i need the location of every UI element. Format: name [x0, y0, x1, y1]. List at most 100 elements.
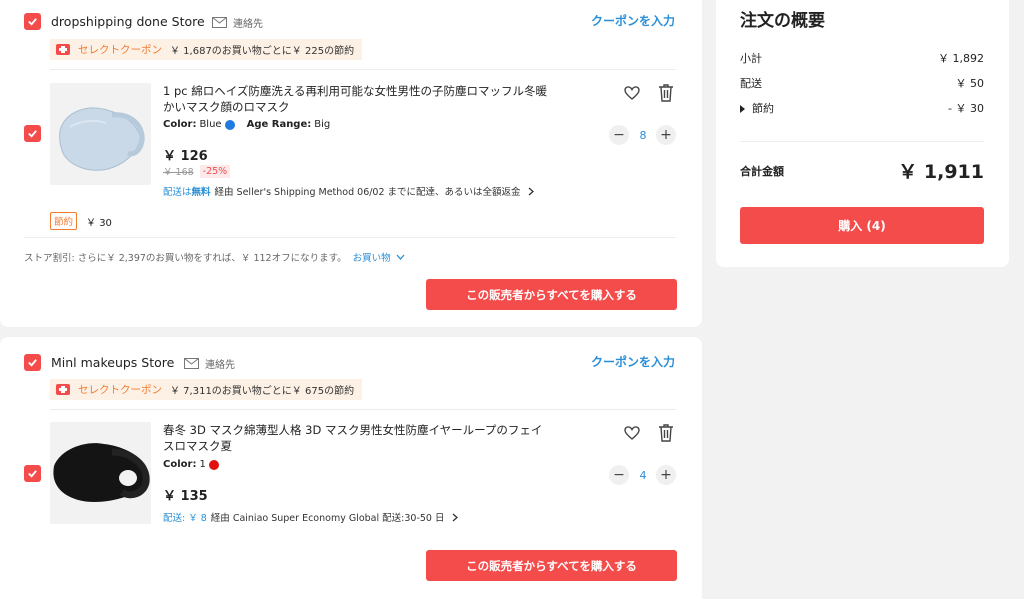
quantity-decrease-button[interactable]: − — [609, 465, 629, 485]
envelope-icon — [212, 17, 227, 28]
contact-seller-link[interactable]: 連絡先 — [184, 356, 235, 371]
age-range-value: Big — [314, 119, 331, 130]
divider — [24, 237, 676, 238]
total-label: 合計金額 — [740, 165, 784, 178]
enter-coupon-link[interactable]: クーポンを入力 — [591, 353, 675, 370]
buy-all-from-seller-button[interactable]: この販売者からすべてを購入する — [426, 550, 677, 581]
divider — [50, 409, 676, 410]
savings-amount: ￥ 30 — [86, 217, 112, 229]
shipping-info[interactable]: 配送は無料 経由 Seller's Shipping Method 06/02 … — [163, 184, 535, 198]
price-discount-row: ￥ 168 -25% — [163, 164, 231, 178]
plus-icon: + — [660, 127, 672, 143]
original-price: ￥ 168 — [163, 167, 194, 178]
select-coupon-label: セレクトクーポン — [78, 384, 162, 396]
divider — [740, 141, 984, 142]
chevron-right-icon — [528, 187, 534, 195]
product-attributes[interactable]: Color: 1 — [163, 459, 219, 470]
product-price: ￥ 126 — [163, 149, 208, 164]
select-coupon-banner[interactable]: セレクトクーポン ￥ 7,311のお買い物ごとに￥ 675の節約 — [50, 379, 363, 400]
coupon-icon — [56, 44, 70, 55]
color-swatch — [208, 459, 219, 470]
enter-coupon-link[interactable]: クーポンを入力 — [591, 12, 675, 29]
age-range-label: Age Range: — [246, 119, 312, 130]
store-discount-text: ストア割引: さらに￥ 2,397のお買い物をすれば、￥ 112オフになります。 — [24, 253, 347, 264]
quantity-decrease-button[interactable]: − — [609, 125, 629, 145]
shipping-info[interactable]: 配送: ￥ 8 経由 Cainiao Super Economy Global … — [163, 510, 459, 524]
heart-icon — [624, 86, 640, 100]
item-select-checkbox[interactable] — [24, 465, 41, 482]
shipping-value: ￥ 50 — [955, 77, 985, 90]
shipping-free: 無料 — [191, 187, 211, 198]
quantity-increase-button[interactable]: + — [656, 125, 676, 145]
savings-value: - ￥ 30 — [948, 102, 984, 115]
delete-item-button[interactable] — [658, 84, 674, 102]
chevron-right-icon — [452, 513, 458, 521]
shop-more-link[interactable]: お買い物 — [353, 250, 405, 264]
order-summary-panel: 注文の概要 小計 ￥ 1,892 配送 ￥ 50 節約 - ￥ 30 合計金額 … — [716, 0, 1009, 267]
wishlist-heart-button[interactable] — [624, 424, 640, 442]
minus-icon: − — [613, 467, 625, 483]
quantity-increase-button[interactable]: + — [656, 465, 676, 485]
wishlist-heart-button[interactable] — [624, 84, 640, 102]
store-card-dropshipping-done: dropshipping done Store 連絡先 クーポンを入力 セレクト… — [0, 0, 702, 327]
color-swatch — [224, 119, 235, 130]
quantity-value[interactable]: 4 — [636, 469, 650, 482]
store-name[interactable]: Minl makeups Store — [51, 355, 174, 370]
shipping-prefix: 配送は無料 — [163, 187, 211, 198]
store-discount-info: ストア割引: さらに￥ 2,397のお買い物をすれば、￥ 112オフになります。… — [24, 250, 405, 264]
checkmark-icon — [28, 470, 37, 478]
savings-row: 節約 ￥ 30 — [50, 212, 112, 230]
contact-label: 連絡先 — [233, 19, 263, 30]
black-mask-image — [50, 422, 151, 524]
store-name[interactable]: dropshipping done Store — [51, 14, 205, 29]
summary-title: 注文の概要 — [740, 11, 825, 31]
buy-all-from-seller-button[interactable]: この販売者からすべてを購入する — [426, 279, 677, 310]
select-coupon-text: ￥ 1,687のお買い物ごとに￥ 225の節約 — [170, 46, 355, 57]
shipping-text: 経由 Seller's Shipping Method 06/02 までに配達、… — [214, 187, 521, 198]
product-price: ￥ 135 — [163, 489, 208, 504]
color-value: Blue — [199, 119, 222, 130]
trash-icon — [659, 84, 673, 102]
envelope-icon — [184, 358, 199, 369]
savings-toggle[interactable]: 節約 — [740, 100, 774, 116]
color-label: Color: — [163, 459, 197, 470]
contact-seller-link[interactable]: 連絡先 — [212, 15, 263, 30]
subtotal-label: 小計 — [740, 52, 762, 65]
heart-icon — [624, 426, 640, 440]
product-image-blue-mask[interactable] — [50, 83, 151, 185]
quantity-value[interactable]: 8 — [636, 129, 650, 142]
contact-label: 連絡先 — [205, 360, 235, 371]
discount-badge: -25% — [199, 164, 231, 178]
savings-badge: 節約 — [50, 212, 78, 230]
product-title[interactable]: 春冬 3D マスク綿薄型人格 3D マスク男性女性防塵イヤーループのフェイスロマ… — [163, 422, 548, 454]
checkmark-icon — [28, 18, 37, 26]
chevron-down-icon — [396, 254, 405, 260]
color-value: 1 — [199, 459, 206, 470]
shipping-cost: 配送: ￥ 8 — [163, 513, 207, 524]
store-select-checkbox[interactable] — [24, 354, 41, 371]
minus-icon: − — [613, 127, 625, 143]
select-coupon-banner[interactable]: セレクトクーポン ￥ 1,687のお買い物ごとに￥ 225の節約 — [50, 39, 363, 60]
checkmark-icon — [28, 130, 37, 138]
store-select-checkbox[interactable] — [24, 13, 41, 30]
color-label: Color: — [163, 119, 197, 130]
select-coupon-text: ￥ 7,311のお買い物ごとに￥ 675の節約 — [170, 386, 355, 397]
plus-icon: + — [660, 467, 672, 483]
coupon-icon — [56, 384, 70, 395]
product-title[interactable]: 1 pc 綿ロヘイズ防塵洗える再利用可能な女性男性の子防塵ロマッフル冬暖かいマス… — [163, 83, 548, 115]
trash-icon — [659, 424, 673, 442]
product-attributes[interactable]: Color: Blue Age Range: Big — [163, 119, 330, 130]
shipping-text: 経由 Cainiao Super Economy Global 配送:30-50… — [210, 513, 445, 524]
delete-item-button[interactable] — [658, 424, 674, 442]
divider — [50, 69, 676, 70]
item-select-checkbox[interactable] — [24, 125, 41, 142]
store-card-minl-makeups: Minl makeups Store 連絡先 クーポンを入力 セレクトクーポン … — [0, 337, 702, 599]
total-value: ￥ 1,911 — [898, 161, 984, 183]
product-image-black-mask[interactable] — [50, 422, 151, 524]
caret-right-icon — [740, 105, 745, 113]
blue-mask-image — [50, 83, 151, 185]
select-coupon-label: セレクトクーポン — [78, 44, 162, 56]
purchase-button[interactable]: 購入 (4) — [740, 207, 984, 244]
savings-label: 節約 — [752, 102, 774, 115]
shipping-label: 配送 — [740, 77, 762, 90]
